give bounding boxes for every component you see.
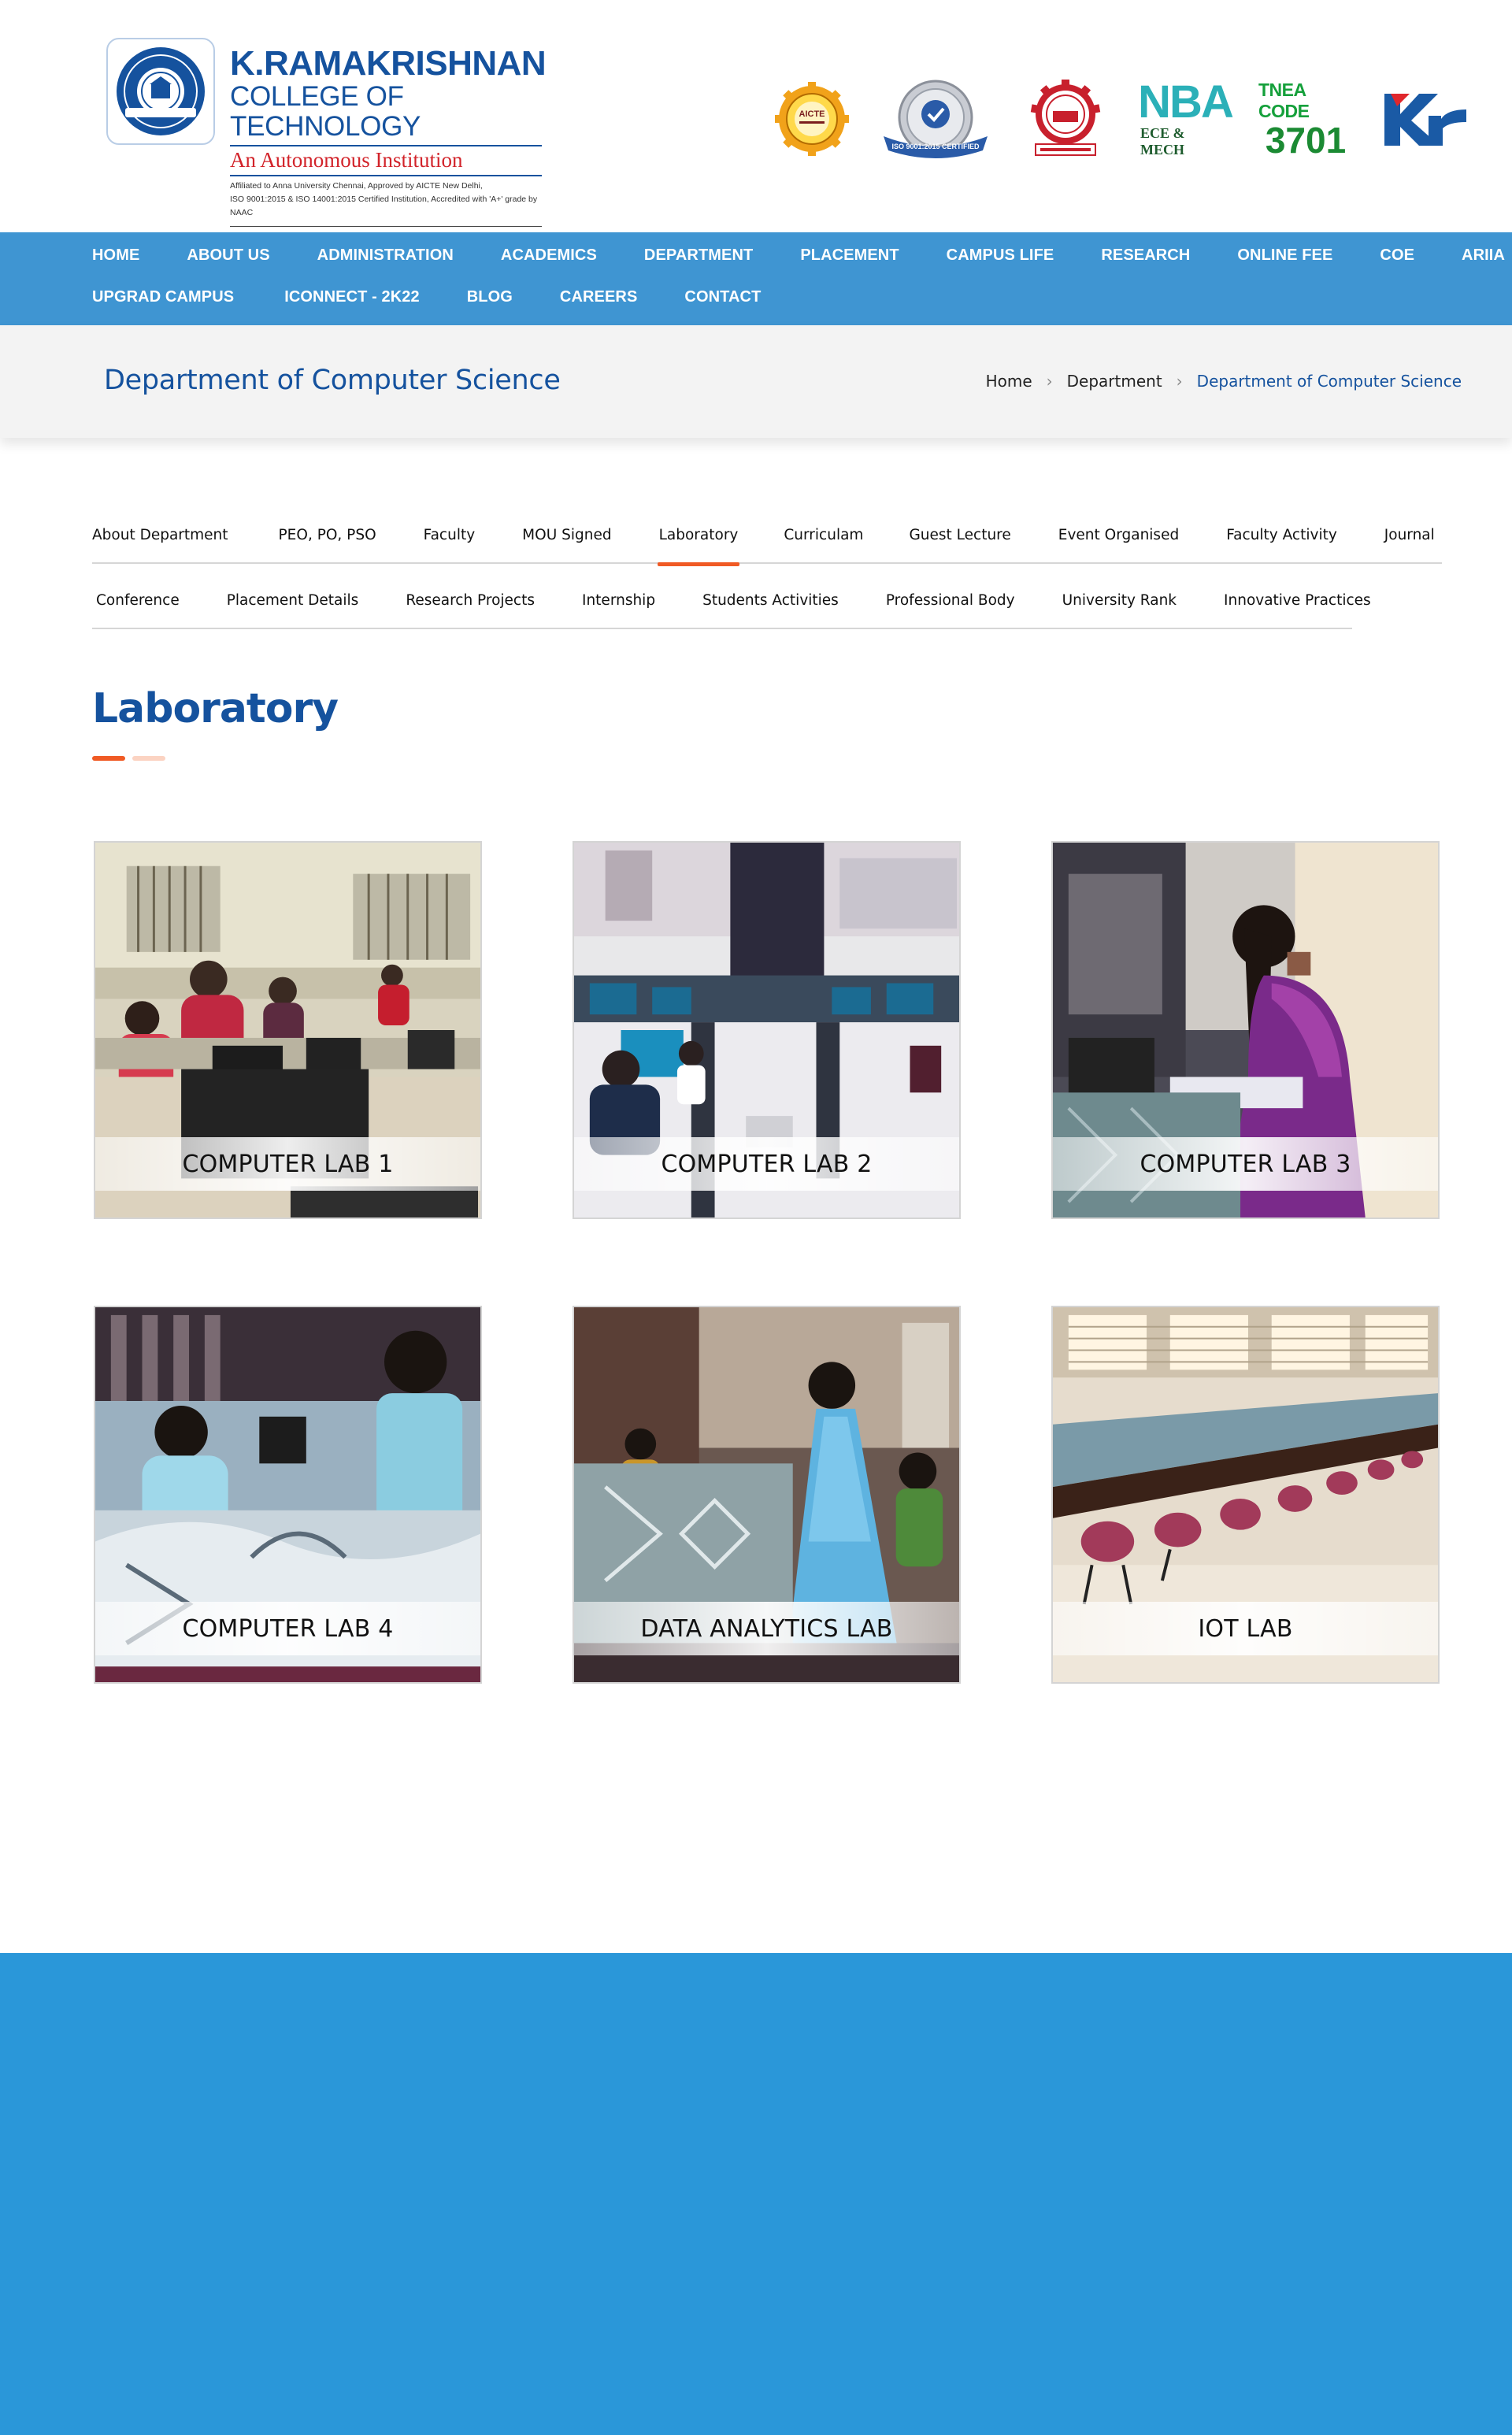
nba-logo-text: NBA bbox=[1138, 76, 1234, 128]
college-certification: ISO 9001:2015 & ISO 14001:2015 Certified… bbox=[230, 195, 538, 217]
page-title-bar: Department of Computer Science Home › De… bbox=[0, 325, 1512, 438]
nba-subtext: ECE & MECH bbox=[1140, 125, 1185, 158]
tab-professional-body[interactable]: Professional Body bbox=[886, 583, 1015, 629]
breadcrumb-current: Department of Computer Science bbox=[1196, 372, 1462, 391]
tab-research-projects[interactable]: Research Projects bbox=[406, 583, 535, 629]
breadcrumb-department[interactable]: Department bbox=[1067, 372, 1162, 391]
tnea-label: TNEA CODE bbox=[1258, 80, 1310, 121]
heading-underline-accent bbox=[92, 756, 125, 761]
iso-badge: ISO 9001:2015 CERTIFIED bbox=[880, 76, 991, 162]
nav-item-academics[interactable]: ACADEMICS bbox=[501, 246, 597, 265]
college-affiliation: Affiliated to Anna University Chennai, A… bbox=[230, 181, 483, 191]
site-footer bbox=[0, 1953, 1512, 2435]
tab-event-organised[interactable]: Event Organised bbox=[1058, 517, 1179, 564]
department-tabs-row-1: About Department PEO, PO, PSO Faculty MO… bbox=[92, 517, 1442, 566]
college-subtitle: COLLEGE OF TECHNOLOGY bbox=[230, 81, 421, 142]
tab-faculty-activity[interactable]: Faculty Activity bbox=[1226, 517, 1337, 564]
logo-divider bbox=[230, 145, 542, 146]
tab-faculty[interactable]: Faculty bbox=[424, 517, 476, 564]
lab-card-title: DATA ANALYTICS LAB bbox=[574, 1602, 959, 1655]
lab-card-title: COMPUTER LAB 3 bbox=[1053, 1137, 1438, 1191]
nav-item-coe[interactable]: COE bbox=[1380, 246, 1414, 265]
chevron-right-icon: › bbox=[1176, 372, 1183, 391]
college-emblem-logo[interactable] bbox=[106, 38, 215, 145]
lab-card-computer-lab-2[interactable]: COMPUTER LAB 2 bbox=[573, 841, 961, 1219]
college-name: K.RAMAKRISHNAN bbox=[230, 44, 547, 83]
nav-item-blog[interactable]: BLOG bbox=[467, 288, 513, 306]
tab-mou-signed[interactable]: MOU Signed bbox=[522, 517, 611, 564]
tab-innovative-practices[interactable]: Innovative Practices bbox=[1224, 583, 1371, 629]
tab-placement-details[interactable]: Placement Details bbox=[227, 583, 359, 629]
nav-item-contact[interactable]: CONTACT bbox=[684, 288, 761, 306]
chevron-right-icon: › bbox=[1046, 372, 1053, 391]
nav-item-research[interactable]: RESEARCH bbox=[1101, 246, 1190, 265]
lab-card-iot-lab[interactable]: IOT LAB bbox=[1051, 1306, 1440, 1684]
nav-item-ariia[interactable]: ARIIA bbox=[1462, 246, 1505, 265]
nav-item-placement[interactable]: PLACEMENT bbox=[800, 246, 899, 265]
nav-item-careers[interactable]: CAREERS bbox=[560, 288, 638, 306]
tab-guest-lecture[interactable]: Guest Lecture bbox=[909, 517, 1010, 564]
tab-about-department[interactable]: About Department bbox=[92, 517, 228, 564]
lab-card-computer-lab-1[interactable]: COMPUTER LAB 1 bbox=[94, 841, 482, 1219]
lab-card-title: COMPUTER LAB 4 bbox=[95, 1602, 480, 1655]
nav-item-iconnect[interactable]: ICONNECT - 2K22 bbox=[284, 288, 420, 306]
main-navigation: HOME ABOUT US ADMINISTRATION ACADEMICS D… bbox=[0, 232, 1512, 325]
breadcrumb-home[interactable]: Home bbox=[986, 372, 1032, 391]
iso-seal-icon: ISO 9001:2015 CERTIFIED bbox=[884, 80, 988, 158]
lab-card-title: IOT LAB bbox=[1053, 1602, 1438, 1655]
tab-peo-po-pso[interactable]: PEO, PO, PSO bbox=[279, 517, 376, 564]
tab-curriculam[interactable]: Curriculam bbox=[784, 517, 863, 564]
nav-item-administration[interactable]: ADMINISTRATION bbox=[317, 246, 454, 265]
iso-label: ISO 9001:2015 CERTIFIED bbox=[891, 143, 980, 150]
tab-conference[interactable]: Conference bbox=[96, 583, 180, 629]
tab-university-rank[interactable]: University Rank bbox=[1062, 583, 1177, 629]
tab-students-activities[interactable]: Students Activities bbox=[702, 583, 839, 629]
breadcrumb: Home › Department › Department of Comput… bbox=[986, 372, 1462, 391]
lab-card-title: COMPUTER LAB 1 bbox=[95, 1137, 480, 1191]
nav-item-online-fee[interactable]: ONLINE FEE bbox=[1237, 246, 1332, 265]
anna-university-badge bbox=[1024, 76, 1107, 162]
nav-row-primary: HOME ABOUT US ADMINISTRATION ACADEMICS D… bbox=[92, 246, 1505, 265]
lab-card-title: COMPUTER LAB 2 bbox=[574, 1137, 959, 1191]
aicte-label: AICTE bbox=[799, 109, 825, 119]
college-tagline: An Autonomous Institution bbox=[230, 148, 463, 172]
nav-item-campus-life[interactable]: CAMPUS LIFE bbox=[947, 246, 1054, 265]
lab-card-computer-lab-3[interactable]: COMPUTER LAB 3 bbox=[1051, 841, 1440, 1219]
college-logo-text[interactable]: K.RAMAKRISHNAN COLLEGE OF TECHNOLOGY An … bbox=[230, 44, 547, 243]
nav-row-secondary: UPGRAD CAMPUS ICONNECT - 2K22 BLOG CAREE… bbox=[92, 288, 808, 306]
tab-journal[interactable]: Journal bbox=[1384, 517, 1435, 564]
tab-internship[interactable]: Internship bbox=[582, 583, 655, 629]
lab-card-computer-lab-4[interactable]: COMPUTER LAB 4 bbox=[94, 1306, 482, 1684]
anna-university-gear-icon bbox=[1030, 80, 1101, 156]
section-heading: Laboratory bbox=[92, 685, 339, 732]
site-header: K.RAMAKRISHNAN COLLEGE OF TECHNOLOGY An … bbox=[0, 0, 1512, 243]
aicte-gear-icon: AICTE bbox=[775, 82, 849, 156]
tab-laboratory[interactable]: Laboratory bbox=[657, 517, 740, 566]
nav-item-home[interactable]: HOME bbox=[92, 246, 139, 265]
heading-underline-light bbox=[132, 756, 165, 761]
nba-badge: NBA ECE & MECH bbox=[1138, 76, 1234, 162]
nav-item-department[interactable]: DEPARTMENT bbox=[644, 246, 753, 265]
lab-card-data-analytics-lab[interactable]: DATA ANALYTICS LAB bbox=[573, 1306, 961, 1684]
nav-item-about-us[interactable]: ABOUT US bbox=[187, 246, 269, 265]
aicte-badge: AICTE bbox=[773, 76, 850, 162]
department-tabs-row-2: Conference Placement Details Research Pr… bbox=[92, 583, 1371, 629]
kr-logo-icon bbox=[1384, 94, 1466, 146]
kr-logo[interactable] bbox=[1377, 76, 1473, 162]
page-title: Department of Computer Science bbox=[104, 365, 561, 396]
emblem-icon bbox=[117, 47, 205, 135]
tnea-badge: TNEA CODE 3701 bbox=[1258, 76, 1353, 162]
logo-divider bbox=[230, 175, 542, 176]
tnea-code: 3701 bbox=[1265, 120, 1347, 161]
nav-item-upgrad-campus[interactable]: UPGRAD CAMPUS bbox=[92, 288, 234, 306]
